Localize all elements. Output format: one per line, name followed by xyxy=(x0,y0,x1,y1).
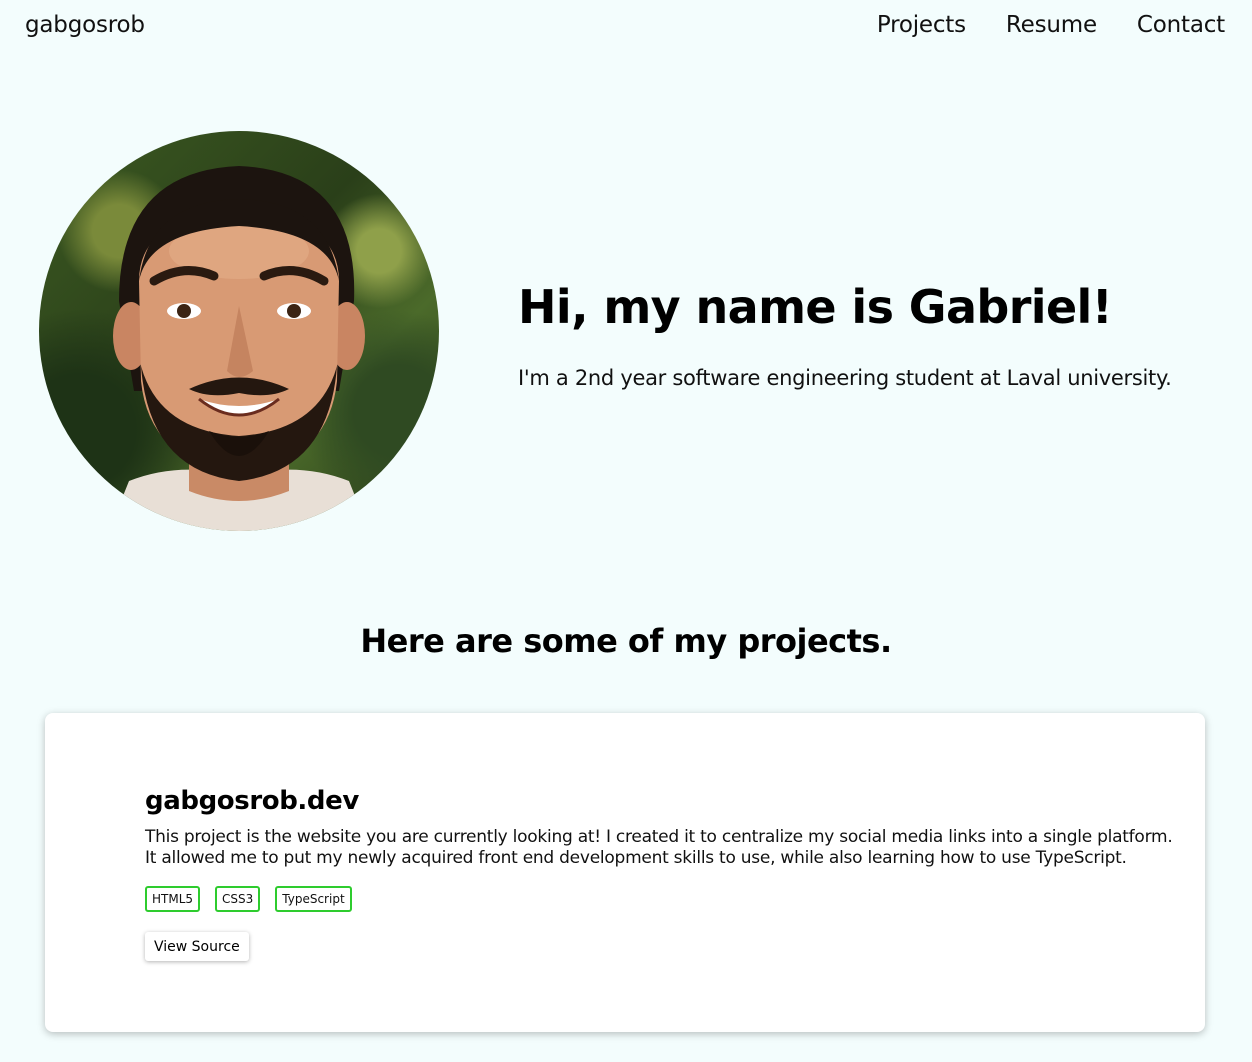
hero-title: Hi, my name is Gabriel! xyxy=(518,280,1113,334)
tag-html5: HTML5 xyxy=(145,886,201,912)
tag-typescript: TypeScript xyxy=(275,886,352,912)
project-card: gabgosrob.dev This project is the websit… xyxy=(45,713,1205,1032)
nav-links: Projects Resume Contact xyxy=(877,12,1225,38)
hero-subtitle: I'm a 2nd year software engineering stud… xyxy=(518,366,1172,390)
brand-link[interactable]: gabgosrob xyxy=(25,12,145,38)
profile-photo-icon xyxy=(109,166,369,531)
nav-link-contact[interactable]: Contact xyxy=(1137,12,1225,38)
avatar xyxy=(39,131,439,531)
project-title: gabgosrob.dev xyxy=(145,786,359,816)
projects-heading: Here are some of my projects. xyxy=(360,622,892,660)
tag-css3: CSS3 xyxy=(215,886,261,912)
nav-link-projects[interactable]: Projects xyxy=(877,12,966,38)
tag-list: HTML5 CSS3 TypeScript xyxy=(145,886,352,912)
view-source-button[interactable]: View Source xyxy=(145,932,249,961)
project-description: This project is the website you are curr… xyxy=(145,827,1173,868)
nav-link-resume[interactable]: Resume xyxy=(1006,12,1097,38)
navbar: gabgosrob Projects Resume Contact xyxy=(0,0,1252,56)
